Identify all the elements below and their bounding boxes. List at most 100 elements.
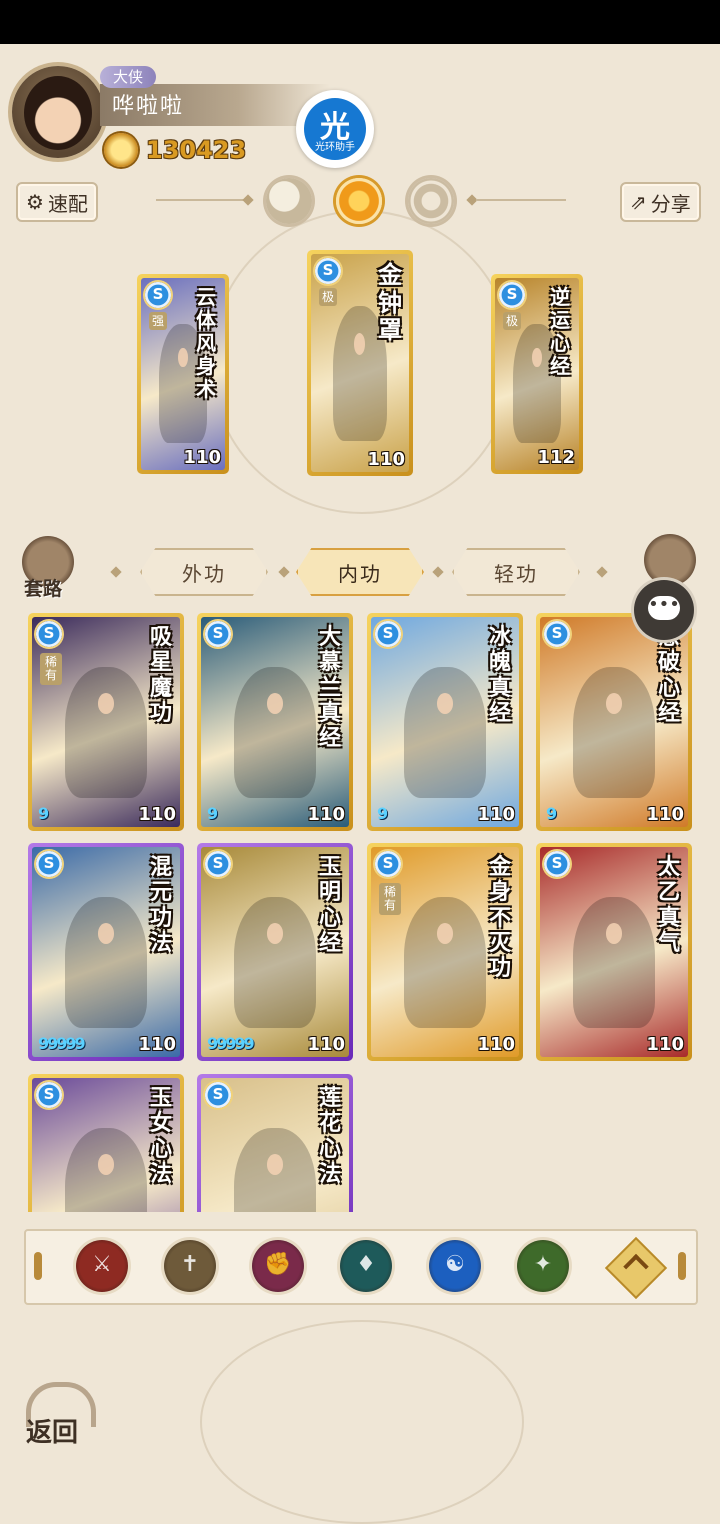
skill-card[interactable]: 玉明心经 99999 110 <box>197 843 353 1061</box>
character-head <box>605 923 623 945</box>
card-title: 意破心经 <box>657 625 680 726</box>
blade-school-icon[interactable]: ⚔ <box>76 1240 128 1292</box>
card-title: 冰魄真经 <box>488 625 511 726</box>
helper-label: 光环助手 <box>315 142 355 153</box>
character-head <box>354 333 366 355</box>
equipped-card[interactable]: 逆运心经 极 112 <box>491 274 583 474</box>
share-label: 分享 <box>650 191 691 216</box>
back-button[interactable]: 返回 <box>20 1378 100 1448</box>
skill-card[interactable]: 吸星魔功 稀有 9 110 <box>28 613 184 831</box>
coin-count: 130423 <box>146 136 247 164</box>
character-figure <box>572 667 656 798</box>
grade-badge: 极 <box>503 312 521 330</box>
tab-outer-skill[interactable]: 外功 <box>140 548 268 596</box>
card-level: 110 <box>477 1034 515 1055</box>
character-head <box>436 693 454 715</box>
helper-button[interactable]: 光 光环助手 <box>296 90 374 168</box>
school-emblem-icon <box>205 851 231 877</box>
ring-mode-icon[interactable] <box>408 178 454 224</box>
skill-card[interactable]: 玉女心法 <box>28 1074 184 1212</box>
fan-school-icon[interactable]: ♦ <box>340 1240 392 1292</box>
quick-config-button[interactable]: ⚙ 速配 <box>16 182 98 222</box>
card-title: 玉女心法 <box>149 1086 172 1187</box>
divider-diamond <box>242 194 254 206</box>
skill-card[interactable]: 混元功法 99999 110 <box>28 843 184 1061</box>
card-art: 意破心经 9 110 <box>540 617 688 827</box>
character-figure <box>572 897 656 1028</box>
star-swirl-icons: 9 <box>377 804 388 823</box>
card-level: 112 <box>537 447 575 468</box>
school-emblem-icon <box>544 621 570 647</box>
star-swirl-icons: 99999 <box>207 1034 255 1053</box>
school-glyph: ⚔ <box>92 1252 112 1277</box>
character-head <box>266 1154 284 1176</box>
school-emblem-icon <box>375 851 401 877</box>
chat-button[interactable]: ••• <box>634 580 694 640</box>
character-head <box>605 693 623 715</box>
sun-mode-icon[interactable] <box>336 178 382 224</box>
tab-label: 轻功 <box>494 561 538 586</box>
character-figure <box>403 897 487 1028</box>
school-emblem-icon <box>36 851 62 877</box>
card-title: 逆运心经 <box>550 285 570 378</box>
school-glyph: ✦ <box>533 1252 553 1277</box>
skill-card[interactable]: 太乙真气 110 <box>536 843 692 1061</box>
card-level: 110 <box>307 804 345 825</box>
skill-card[interactable]: 大慕兰真经 9 110 <box>197 613 353 831</box>
school-emblem-icon <box>544 851 570 877</box>
card-art: 云体风身术 强 110 <box>141 278 225 470</box>
chevron-up-icon <box>623 1253 649 1280</box>
fist-school-icon[interactable]: ✊ <box>252 1240 304 1292</box>
character-head <box>97 693 115 715</box>
staff-school-icon[interactable]: ✦ <box>517 1240 569 1292</box>
card-title: 太乙真气 <box>657 855 680 956</box>
skill-card-grid[interactable]: 吸星魔功稀有9110大慕兰真经9110冰魄真经9110意破心经9110混元功法9… <box>0 600 720 1212</box>
character-figure <box>233 1128 317 1212</box>
equipped-card[interactable]: 金钟罩 极 110 <box>307 250 413 476</box>
skill-card[interactable]: 金身不灭功 稀有 110 <box>367 843 523 1061</box>
school-glyph: ✊ <box>264 1252 292 1277</box>
star-swirl-icons: 9 <box>546 804 557 823</box>
card-art: 大慕兰真经 9 110 <box>201 617 349 827</box>
coin-icon <box>104 133 138 167</box>
avatar[interactable] <box>24 76 92 150</box>
card-art: 金钟罩 极 110 <box>311 254 409 472</box>
character-head <box>97 1154 115 1176</box>
card-title: 金身不灭功 <box>488 855 511 982</box>
skill-card[interactable]: 意破心经 9 110 <box>536 613 692 831</box>
back-label: 返回 <box>26 1418 79 1448</box>
share-button[interactable]: ⇗ 分享 <box>620 182 701 222</box>
card-level: 110 <box>367 449 405 470</box>
background-ornament <box>200 1320 524 1524</box>
filter-bar-pin-left <box>34 1252 42 1280</box>
card-art: 玉明心经 99999 110 <box>201 847 349 1057</box>
divider-diamond <box>432 566 444 578</box>
card-level: 110 <box>646 804 684 825</box>
card-art: 混元功法 99999 110 <box>32 847 180 1057</box>
chat-dots-icon: ••• <box>648 594 680 615</box>
tab-label: 外功 <box>182 561 226 586</box>
school-glyph: ☯ <box>445 1252 465 1277</box>
character-figure <box>233 897 317 1028</box>
share-icon: ⇗ <box>630 190 647 214</box>
character-head <box>178 347 188 367</box>
card-title: 莲花心法 <box>318 1086 341 1187</box>
star-swirl-icons: 9 <box>38 804 49 823</box>
skill-card[interactable]: 莲花心法 <box>197 1074 353 1212</box>
divider <box>476 199 566 201</box>
rank-badge: 大侠 <box>100 66 156 88</box>
school-glyph: ✝ <box>180 1252 200 1277</box>
card-level: 110 <box>138 1034 176 1055</box>
moon-mode-icon[interactable] <box>266 178 312 224</box>
equipped-card[interactable]: 云体风身术 强 110 <box>137 274 229 474</box>
tab-lightness-skill[interactable]: 轻功 <box>452 548 580 596</box>
school-emblem-icon <box>36 1082 62 1108</box>
card-set-button[interactable] <box>644 534 696 586</box>
skill-card[interactable]: 冰魄真经 9 110 <box>367 613 523 831</box>
card-level: 110 <box>477 804 515 825</box>
sword-school-icon[interactable]: ✝ <box>164 1240 216 1292</box>
filter-bar-pin-right <box>678 1252 686 1280</box>
taichi-school-icon[interactable]: ☯ <box>429 1240 481 1292</box>
tab-inner-skill[interactable]: 内功 <box>296 548 424 596</box>
school-emblem-icon <box>205 1082 231 1108</box>
